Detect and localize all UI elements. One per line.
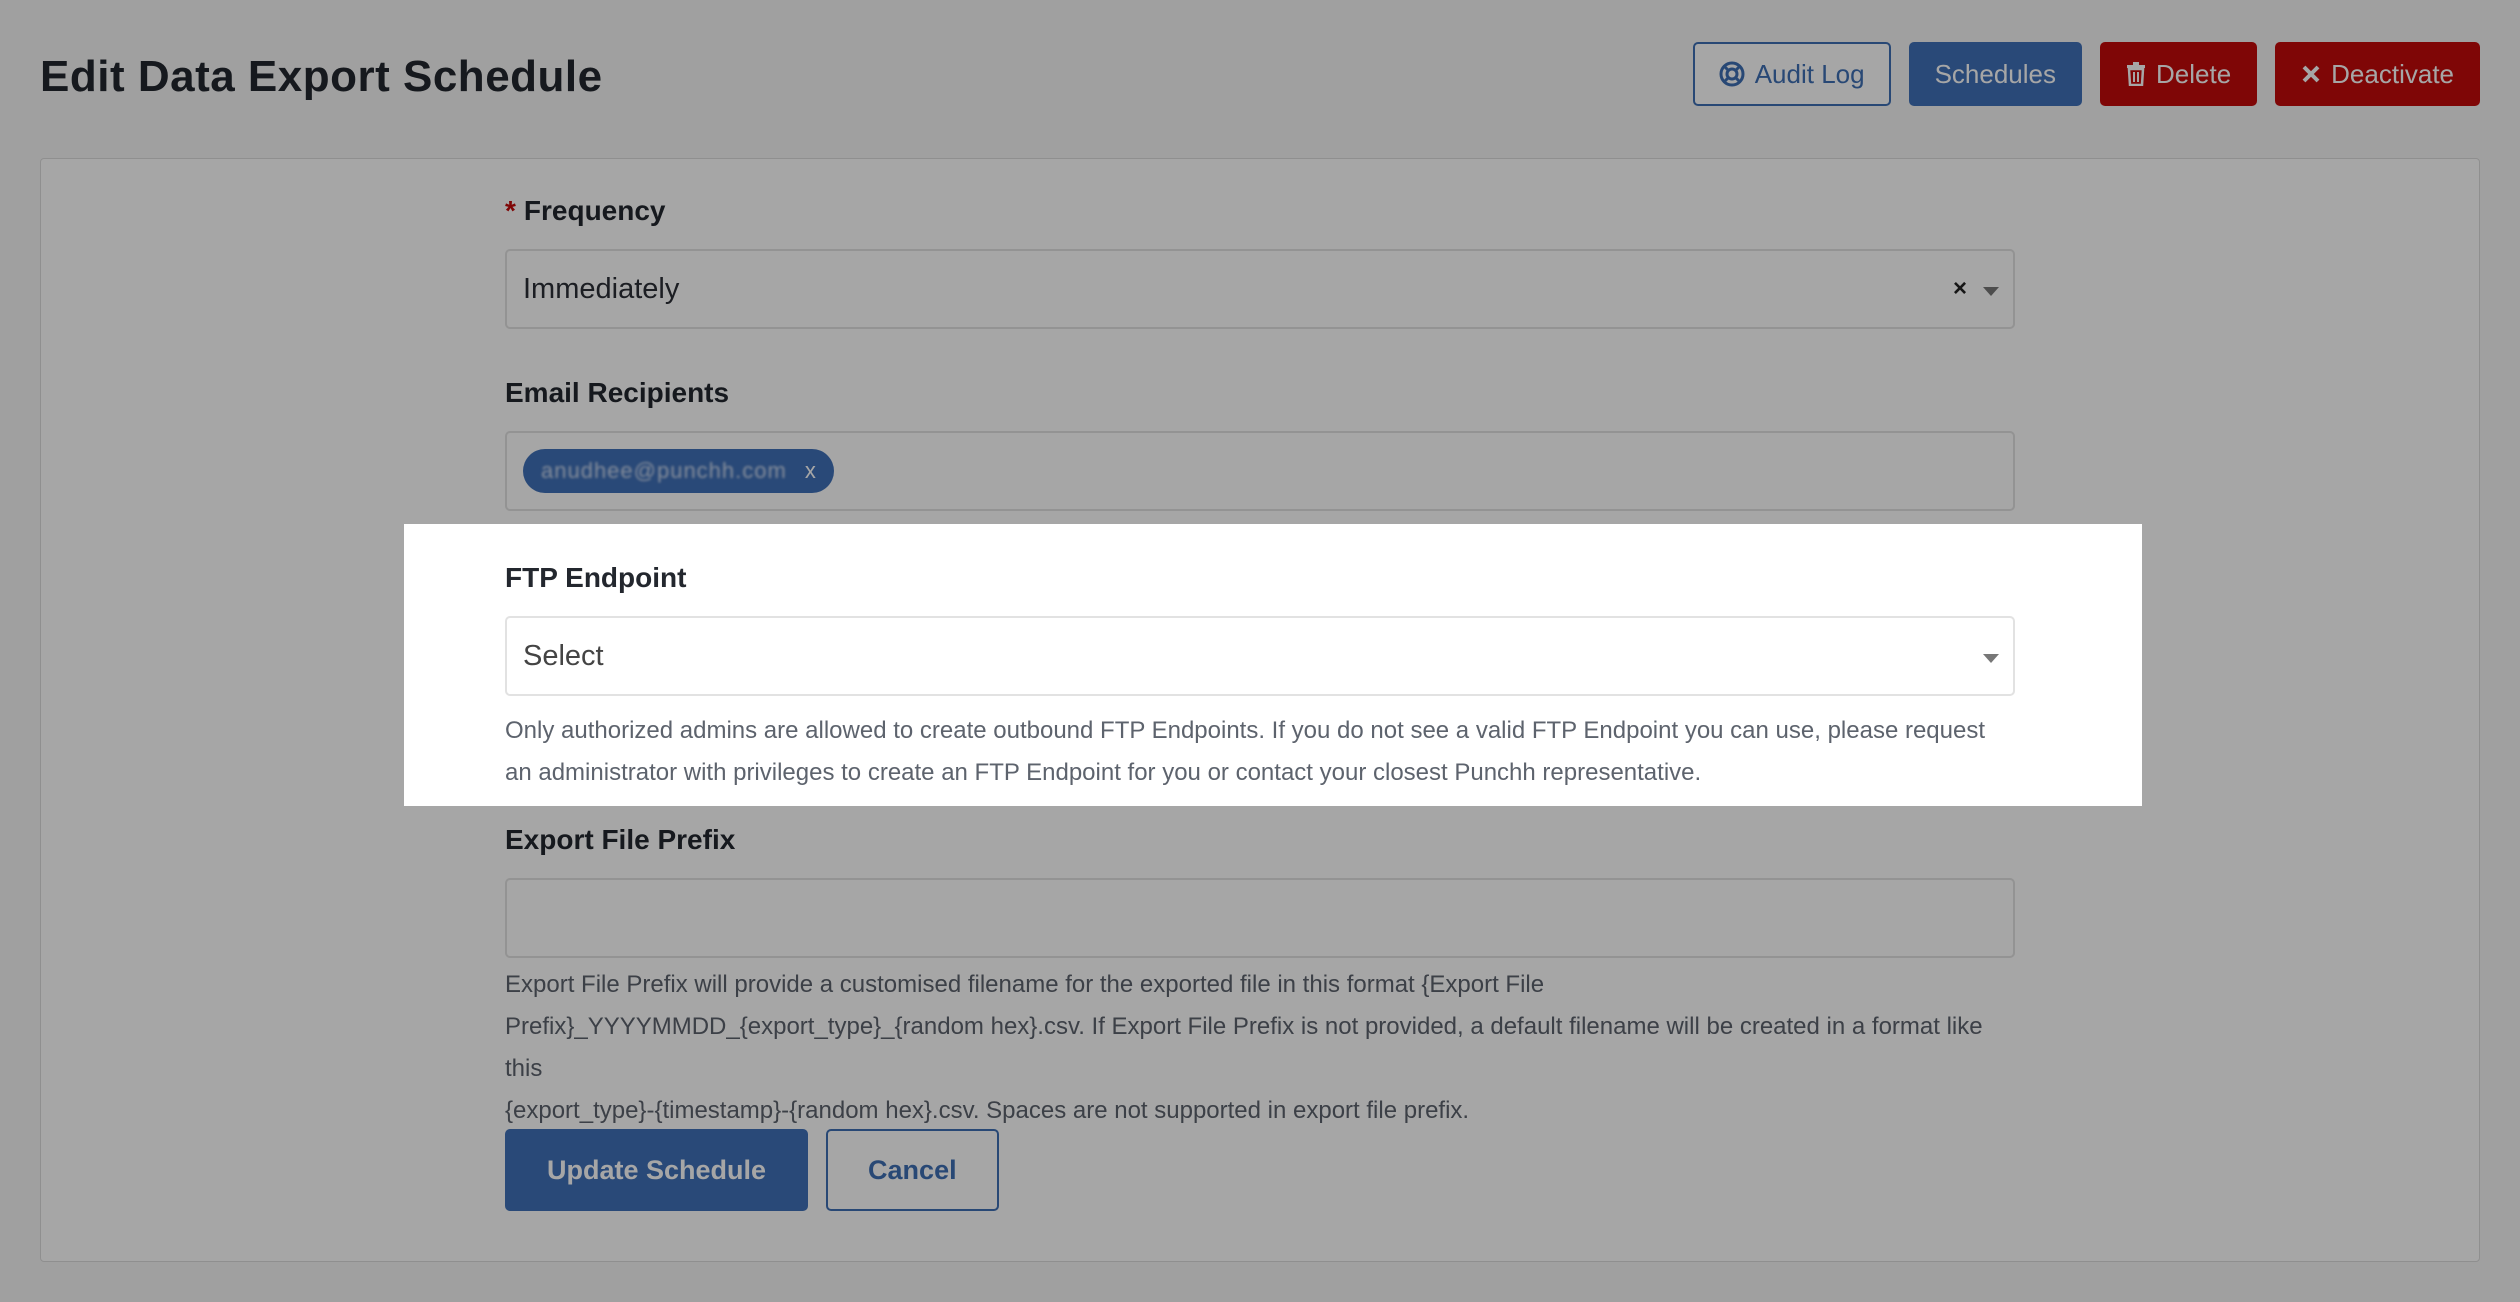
export-file-prefix-input[interactable] (505, 878, 2015, 958)
export-file-prefix-help-line-1: Export File Prefix will provide a custom… (505, 971, 1545, 998)
lifebuoy-icon (1719, 61, 1745, 87)
email-recipients-label: Email Recipients (505, 377, 730, 408)
frequency-label-text: Frequency (523, 195, 666, 226)
clear-selection-icon[interactable]: × (1953, 275, 1967, 303)
chevron-down-icon[interactable] (1983, 287, 1999, 296)
audit-log-button[interactable]: Audit Log (1692, 42, 1891, 106)
ftp-endpoint-select[interactable]: Select (505, 616, 2015, 696)
frequency-field: * Frequency Immediately × (505, 193, 2015, 329)
frequency-select[interactable]: Immediately × (505, 249, 2015, 329)
ftp-endpoint-help: Only authorized admins are allowed to cr… (505, 717, 1986, 786)
page-title: Edit Data Export Schedule (40, 52, 603, 101)
frequency-label: * Frequency (505, 193, 2015, 229)
email-recipient-text: anudhee@punchh.com (541, 458, 787, 483)
delete-label: Delete (2156, 58, 2232, 89)
required-marker: * (505, 195, 516, 226)
export-file-prefix-help-line-3: {export_type}-{timestamp}-{random hex}.c… (505, 1097, 1470, 1124)
remove-recipient-icon[interactable]: x (805, 458, 816, 484)
ftp-endpoint-highlight: FTP Endpoint Select Only authorized admi… (404, 524, 2142, 806)
audit-log-label: Audit Log (1754, 58, 1865, 89)
cancel-button[interactable]: Cancel (826, 1129, 999, 1211)
deactivate-button[interactable]: Deactivate (2275, 42, 2480, 106)
chevron-down-icon[interactable] (1983, 654, 1999, 663)
export-file-prefix-label: Export File Prefix (505, 824, 736, 855)
close-icon (2301, 64, 2321, 84)
deactivate-label: Deactivate (2331, 58, 2454, 89)
email-recipients-input[interactable]: anudhee@punchh.com x (505, 431, 2015, 511)
export-file-prefix-help: Export File Prefix will provide a custom… (505, 964, 2015, 1132)
edit-export-schedule-page: Edit Data Export Schedule Audit Log Sche… (0, 0, 2520, 1302)
email-recipients-field: Email Recipients anudhee@punchh.com x (505, 375, 2015, 511)
ftp-endpoint-placeholder: Select (523, 639, 604, 672)
schedules-button[interactable]: Schedules (1908, 42, 2082, 106)
export-file-prefix-field: Export File Prefix Export File Prefix wi… (505, 822, 2015, 1132)
schedules-label: Schedules (1934, 58, 2056, 89)
update-schedule-button[interactable]: Update Schedule (505, 1129, 809, 1211)
ftp-endpoint-field: FTP Endpoint Select Only authorized admi… (505, 560, 2015, 794)
email-recipient-tag: anudhee@punchh.com x (523, 449, 834, 493)
form-actions: Update Schedule Cancel (505, 1129, 999, 1211)
header-actions: Audit Log Schedules Delete Deactivate (1692, 42, 2480, 106)
trash-icon (2126, 62, 2146, 86)
ftp-endpoint-label: FTP Endpoint (505, 562, 687, 593)
export-file-prefix-help-line-2: Prefix}_YYYYMMDD_{export_type}_{random h… (505, 1013, 1983, 1082)
frequency-value: Immediately (523, 272, 680, 305)
delete-button[interactable]: Delete (2100, 42, 2258, 106)
